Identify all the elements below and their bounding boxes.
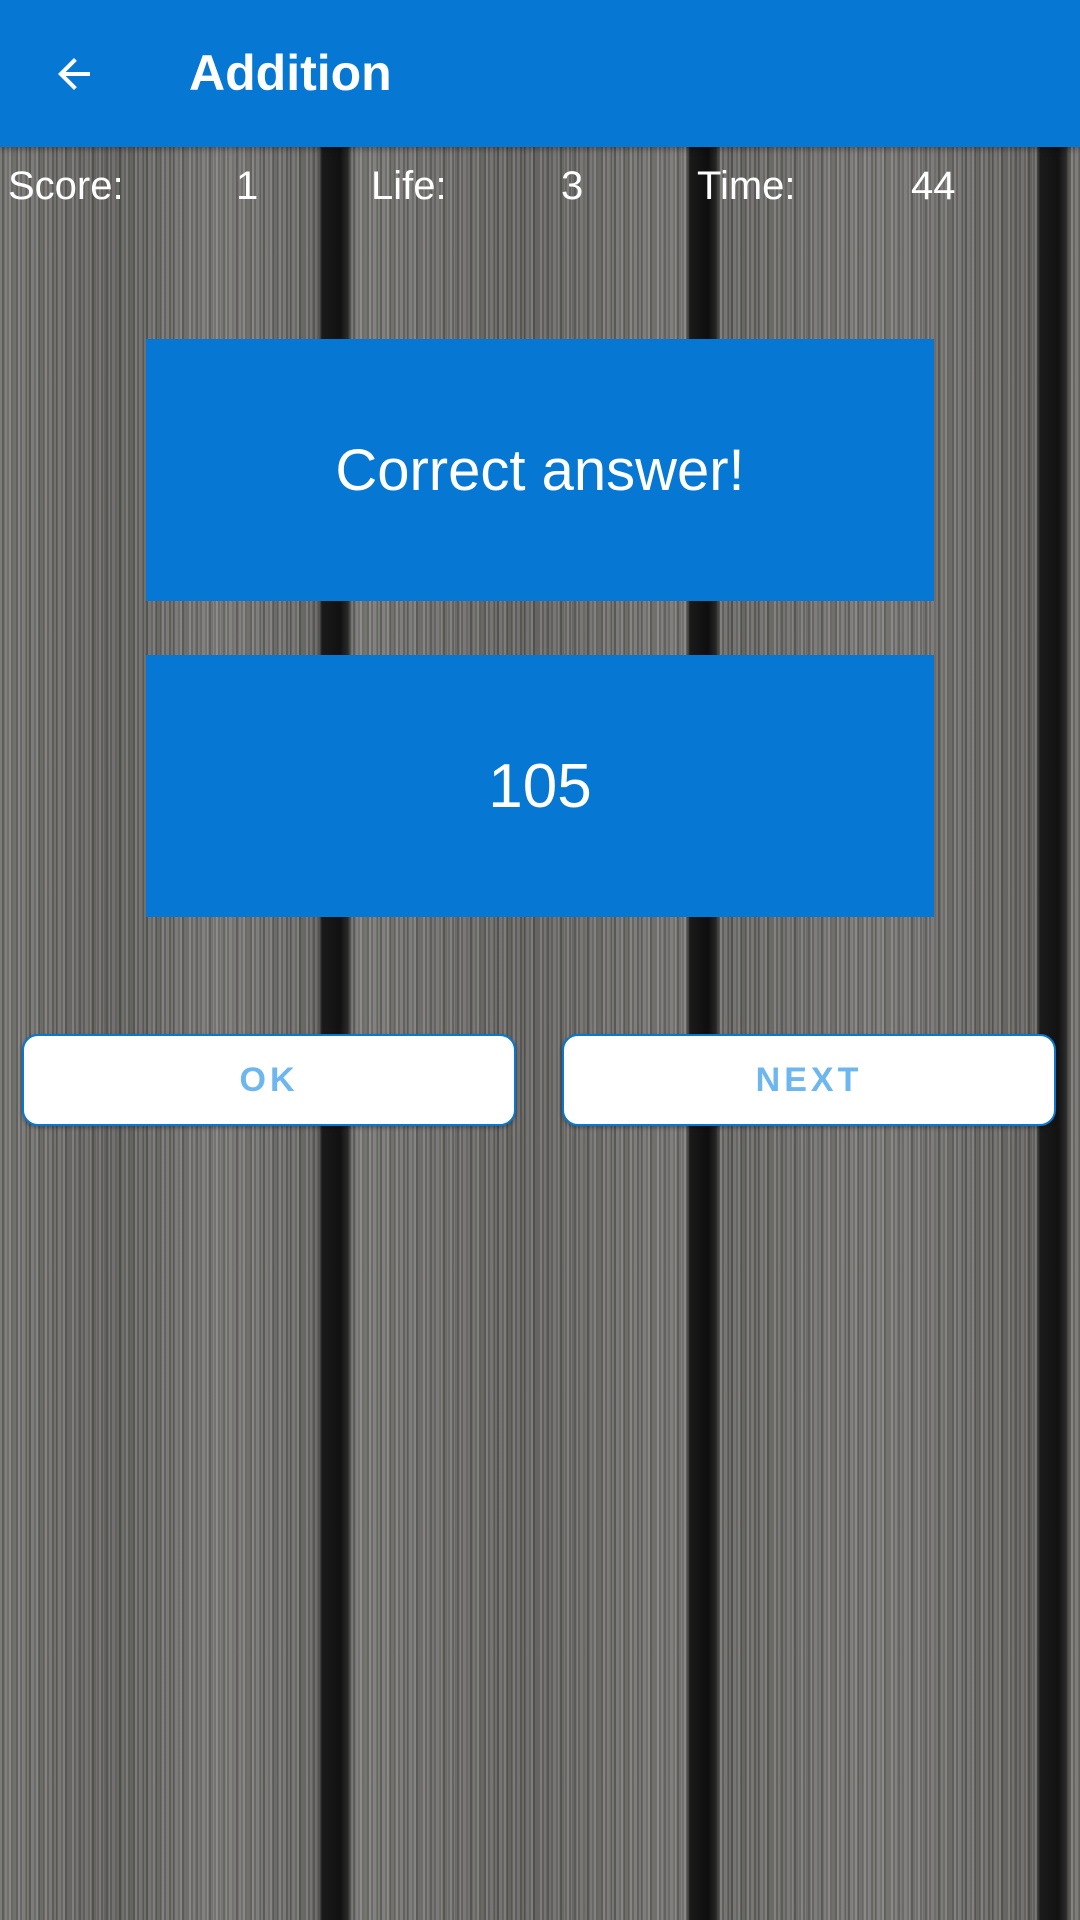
ok-button[interactable]: OK [22, 1034, 516, 1126]
next-button-label: NEXT [755, 1060, 863, 1099]
result-message-panel: Correct answer! [146, 339, 934, 601]
score-value: 1 [236, 164, 259, 208]
result-message: Correct answer! [335, 437, 745, 503]
time-value: 44 [911, 164, 956, 208]
time-label: Time: [697, 164, 796, 208]
arrow-left-icon [58, 58, 90, 90]
answer-value: 105 [488, 751, 592, 821]
page-title: Addition [189, 45, 392, 101]
next-button[interactable]: NEXT [562, 1034, 1056, 1126]
game-screen: Addition Score: 1 Life: 3 Time: 44 Corre… [0, 0, 1080, 1920]
life-label: Life: [371, 164, 447, 208]
app-bar: Addition [0, 0, 1080, 147]
answer-panel: 105 [146, 655, 934, 917]
back-button[interactable] [26, 26, 122, 122]
score-label: Score: [8, 164, 124, 208]
stats-row: Score: 1 Life: 3 Time: 44 [0, 158, 1080, 214]
ok-button-label: OK [239, 1060, 299, 1099]
life-value: 3 [561, 164, 584, 208]
